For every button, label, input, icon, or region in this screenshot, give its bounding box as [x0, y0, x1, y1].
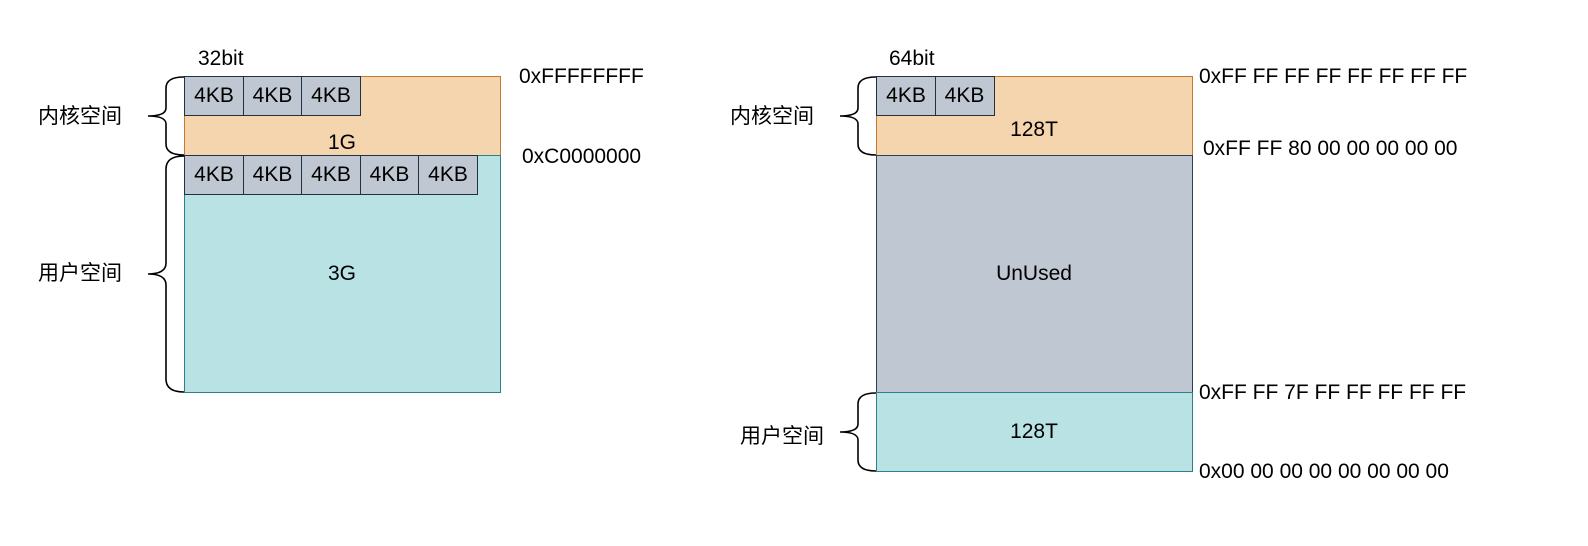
page-4kb: 4KB — [359, 155, 420, 195]
addr-top-64: 0xFF FF FF FF FF FF FF FF — [1199, 65, 1468, 88]
page-4kb: 4KB — [184, 155, 244, 195]
addr-user-end-64: 0xFF FF 7F FF FF FF FF FF — [1199, 381, 1467, 404]
user-space-label-64: 用户空间 — [740, 425, 824, 448]
bits-label-64: 64bit — [889, 47, 935, 70]
page-4kb: 4KB — [301, 155, 361, 195]
user-pages-32: 4KB 4KB 4KB 4KB 4KB — [184, 155, 478, 195]
addr-kernel-start-64: 0xFF FF 80 00 00 00 00 00 — [1203, 137, 1458, 160]
kernel-size-32: 1G — [327, 131, 357, 154]
addr-boundary-32: 0xC0000000 — [522, 145, 642, 168]
user-brace-32 — [147, 155, 185, 393]
kernel-brace-64 — [839, 76, 877, 156]
user-size-32: 3G — [327, 262, 357, 285]
page-4kb: 4KB — [934, 76, 995, 116]
kernel-size-64: 128T — [1010, 118, 1058, 141]
user-space-label-32: 用户空间 — [38, 262, 122, 285]
addr-top-32: 0xFFFFFFFF — [519, 65, 644, 88]
page-4kb: 4KB — [184, 76, 244, 116]
kernel-pages-32: 4KB 4KB 4KB — [184, 76, 361, 116]
page-4kb: 4KB — [876, 76, 936, 116]
addr-bottom-64: 0x00 00 00 00 00 00 00 00 — [1199, 460, 1449, 483]
kernel-space-label-32: 内核空间 — [38, 105, 122, 128]
kernel-space-label-64: 内核空间 — [730, 105, 814, 128]
page-4kb: 4KB — [301, 76, 361, 116]
kernel-pages-64: 4KB 4KB — [876, 76, 995, 116]
page-4kb: 4KB — [242, 76, 303, 116]
bits-label-32: 32bit — [198, 47, 244, 70]
user-brace-64 — [839, 392, 877, 472]
page-4kb: 4KB — [418, 155, 478, 195]
unused-label-64: UnUsed — [996, 262, 1072, 285]
page-4kb: 4KB — [242, 155, 303, 195]
kernel-brace-32 — [147, 76, 185, 156]
user-size-64: 128T — [1010, 420, 1058, 443]
